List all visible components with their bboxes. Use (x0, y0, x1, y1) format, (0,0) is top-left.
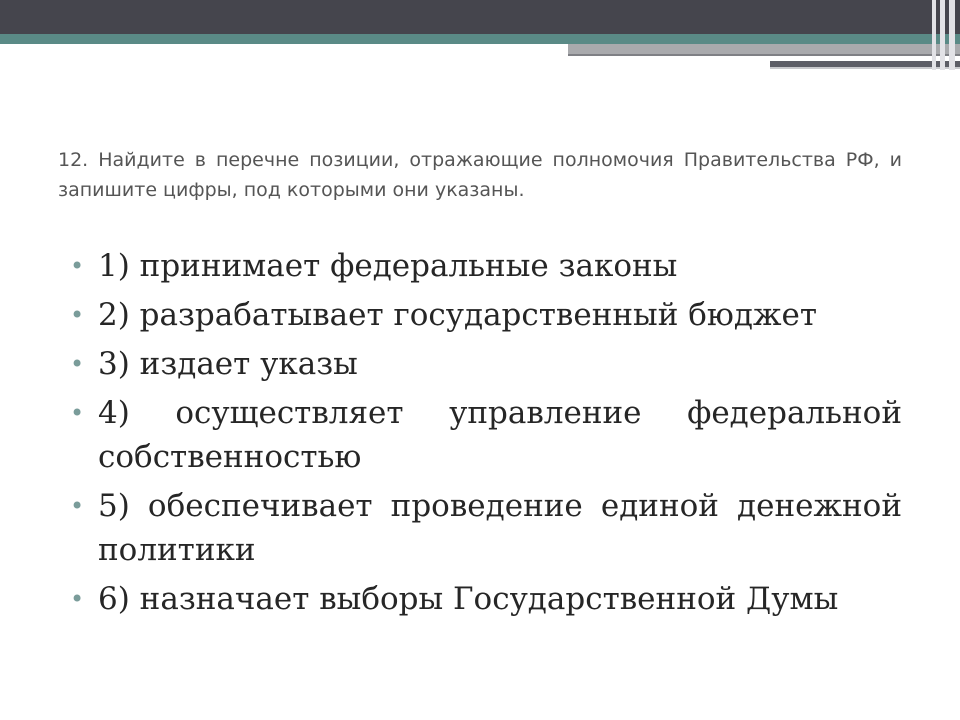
option-item-2: • 2) разрабатывает государственный бюдже… (70, 293, 902, 337)
options-list: • 1) принимает федеральные законы • 2) р… (70, 244, 902, 626)
slide: 12. Найдите в перечне позиции, отражающи… (0, 0, 960, 720)
header-vertical-bar-2 (940, 0, 945, 70)
option-text: 5) обеспечивает проведение единой денежн… (98, 488, 902, 568)
option-text: 6) назначает выборы Государственной Думы (98, 581, 839, 617)
option-text: 3) издает указы (98, 346, 358, 382)
option-text: 1) принимает федеральные законы (98, 248, 678, 284)
option-text: 4) осуществляет управление федеральной с… (98, 395, 902, 475)
option-item-4: • 4) осуществляет управление федеральной… (70, 391, 902, 479)
bullet-icon: • (70, 252, 85, 280)
bullet-icon: • (70, 585, 85, 613)
header-vertical-bar-1 (932, 0, 936, 70)
bullet-icon: • (70, 399, 85, 427)
header-vertical-bar-3 (949, 0, 955, 70)
option-item-1: • 1) принимает федеральные законы (70, 244, 902, 288)
option-text: 2) разрабатывает государственный бюджет (98, 297, 817, 333)
bullet-icon: • (70, 301, 85, 329)
bullet-icon: • (70, 350, 85, 378)
bullet-icon: • (70, 492, 85, 520)
header-dark-band (0, 0, 960, 34)
header-gray-band (568, 44, 960, 54)
option-item-5: • 5) обеспечивает проведение единой дене… (70, 484, 902, 572)
option-item-6: • 6) назначает выборы Государственной Ду… (70, 577, 902, 621)
header-divider-line (568, 54, 960, 56)
option-item-3: • 3) издает указы (70, 342, 902, 386)
header-teal-band (0, 34, 960, 44)
question-title: 12. Найдите в перечне позиции, отражающи… (58, 149, 902, 201)
